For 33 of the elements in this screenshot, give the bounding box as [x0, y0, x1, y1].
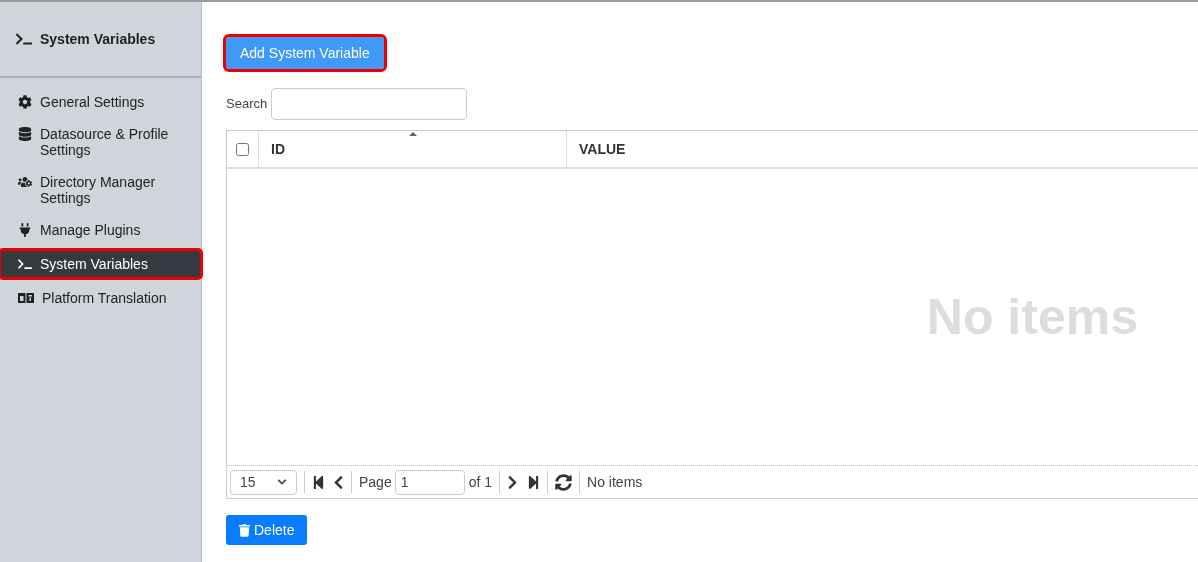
search-label: Search: [226, 95, 268, 114]
pager-status: No items: [587, 472, 643, 492]
page-number-field[interactable]: 1: [394, 469, 465, 495]
first-page-icon[interactable]: [312, 474, 325, 490]
last-page-icon[interactable]: [527, 474, 541, 490]
page-label: Page: [359, 472, 392, 492]
terminal-icon: [16, 31, 32, 47]
sidebar-item[interactable]: Manage Plugins: [0, 216, 201, 244]
column-header[interactable]: ID: [259, 131, 567, 167]
sidebar-title: System Variables: [40, 29, 156, 49]
sidebar-item[interactable]: Datasource & Profile Settings: [0, 120, 201, 164]
next-page-icon[interactable]: [507, 474, 519, 490]
column-header[interactable]: VALUE: [567, 131, 1198, 167]
sidebar-item[interactable]: General Settings: [0, 88, 201, 116]
page-count: of 1: [468, 472, 493, 492]
caret-icon: [277, 477, 287, 487]
plug-icon: [18, 223, 32, 237]
sidebar-item[interactable]: Directory Manager Settings: [0, 168, 201, 212]
language-icon: [18, 293, 34, 303]
database-icon: [18, 127, 32, 141]
refresh-icon[interactable]: [555, 473, 573, 491]
terminal-icon: [18, 257, 32, 271]
search-field[interactable]: [271, 88, 468, 120]
users-gear-icon: [18, 175, 32, 189]
trash-icon: [239, 523, 250, 537]
sidebar-item[interactable]: System Variables: [0, 250, 201, 278]
gear-icon: [18, 95, 32, 109]
delete-button[interactable]: Delete: [226, 515, 308, 545]
sidebar-item[interactable]: Platform Translation: [0, 284, 201, 312]
previous-page-icon[interactable]: [333, 474, 344, 490]
page-size-select[interactable]: 15: [230, 469, 297, 495]
sort-arrow-icon: [409, 132, 417, 136]
select-all-checkbox[interactable]: [236, 142, 249, 156]
